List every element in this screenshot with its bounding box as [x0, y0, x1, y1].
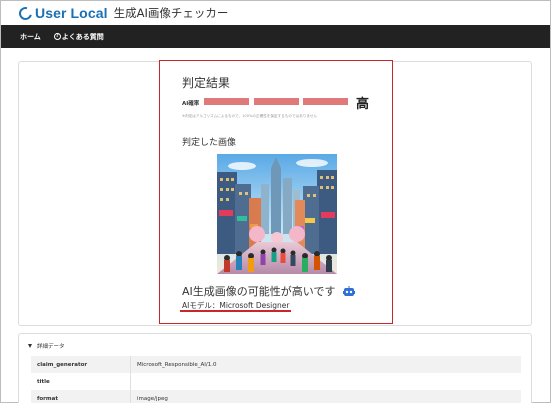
nav-faq-link[interactable]: ? よくある質問: [53, 32, 104, 42]
nav-home-link[interactable]: ホーム: [20, 32, 41, 42]
app-title: 生成AI画像チェッカー: [113, 6, 229, 20]
city-street-image: [217, 154, 337, 274]
result-title: 判定結果: [182, 76, 231, 90]
model-underline: [180, 310, 291, 312]
table-row: format image/jpeg: [31, 390, 521, 403]
details-panel: 詳細データ claim_generator Microsoft_Responsi…: [18, 333, 532, 403]
result-box: 判定結果 AI確率 高 ※判定はアルゴリズムによるもので、100%の正確性を保証…: [159, 60, 393, 324]
disclaimer: ※判定はアルゴリズムによるもので、100%の正確性を保証するものではありません: [182, 114, 318, 118]
nav-faq-label: よくある質問: [61, 32, 104, 41]
judged-image: [217, 154, 337, 274]
robot-icon: [343, 286, 355, 296]
ai-probability-label: AI確率: [182, 101, 200, 107]
logo-text: User Local: [35, 5, 108, 21]
probability-bar: [204, 98, 249, 105]
verdict: 高: [356, 97, 370, 112]
probability-bar: [254, 98, 299, 105]
navbar: ホーム ? よくある質問: [1, 25, 550, 48]
details-toggle-label: 詳細データ: [37, 344, 65, 350]
question-icon: ?: [53, 33, 61, 40]
table-key: format: [31, 390, 131, 403]
probability-bar: [303, 98, 348, 105]
logo[interactable]: User Local: [16, 1, 108, 25]
logo-icon: [16, 4, 35, 23]
probability-text: AI生成画像の可能性が高いです: [182, 285, 336, 298]
triangle-down-icon: [28, 344, 32, 348]
table-value: Microsoft_Responsible_AI/1.0: [137, 361, 217, 368]
table-key: title: [31, 373, 131, 390]
table-row: claim_generator Microsoft_Responsible_AI…: [31, 356, 521, 373]
details-toggle[interactable]: 詳細データ: [28, 342, 65, 350]
judged-image-label: 判定した画像: [182, 138, 237, 148]
table-row: title: [31, 373, 521, 390]
details-table: claim_generator Microsoft_Responsible_AI…: [31, 356, 521, 403]
table-value: [131, 373, 137, 390]
top-bar: User Local 生成AI画像チェッカー: [1, 1, 550, 25]
table-value: image/jpeg: [137, 395, 168, 402]
table-key: claim_generator: [31, 356, 131, 373]
